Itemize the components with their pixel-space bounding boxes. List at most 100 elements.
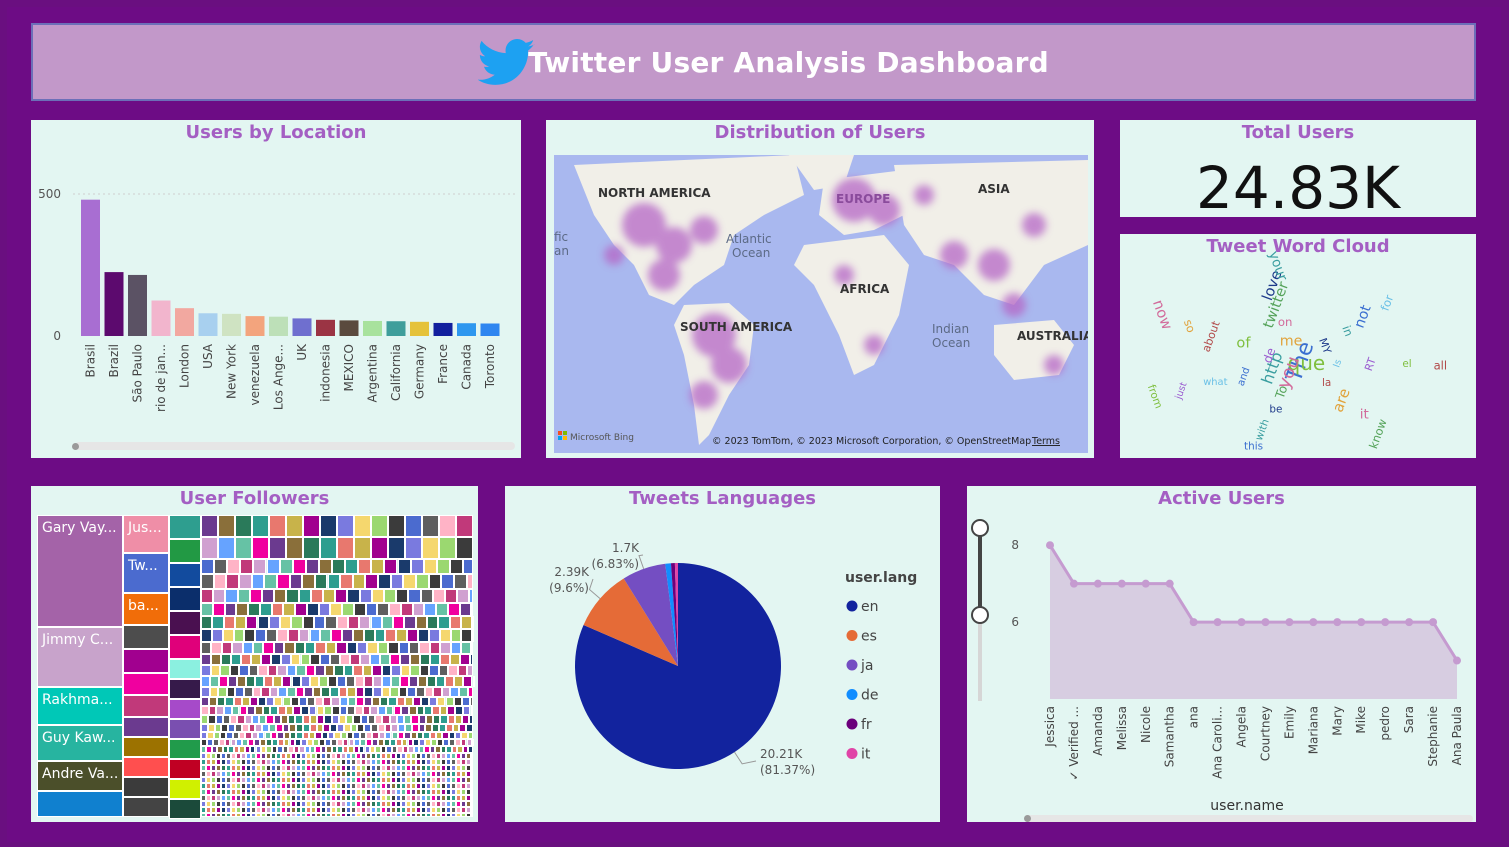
treemap-tile[interactable] [342, 629, 353, 642]
treemap-tile[interactable] [303, 537, 320, 559]
treemap-tile[interactable] [201, 641, 212, 654]
treemap-tile[interactable] [390, 686, 399, 697]
treemap-tile[interactable] [201, 602, 213, 616]
treemap-tile[interactable] [425, 723, 433, 732]
data-point[interactable] [1237, 618, 1246, 627]
treemap-tile[interactable]: ba... [123, 593, 169, 625]
treemap-tile[interactable] [382, 676, 392, 687]
treemap-tile[interactable] [211, 629, 223, 642]
treemap-tile[interactable] [331, 715, 339, 724]
treemap-tile[interactable] [275, 723, 283, 732]
treemap-tile[interactable] [390, 653, 400, 665]
bar-13[interactable] [386, 321, 406, 336]
treemap-tile[interactable] [254, 706, 263, 715]
treemap-tile[interactable] [445, 723, 453, 732]
treemap-tile[interactable] [280, 715, 288, 724]
data-point[interactable] [1117, 579, 1126, 588]
treemap-tile[interactable] [228, 723, 235, 732]
treemap-tile[interactable] [320, 653, 331, 665]
treemap-tile[interactable] [169, 719, 201, 739]
treemap-tile[interactable] [295, 715, 303, 724]
treemap-tile[interactable] [317, 715, 325, 724]
treemap-tile[interactable] [447, 602, 460, 616]
treemap-tile[interactable] [346, 641, 357, 654]
treemap-tile[interactable] [347, 706, 355, 715]
treemap-tile[interactable] [221, 641, 233, 654]
treemap-tile[interactable] [235, 686, 244, 697]
treemap-tile[interactable] [371, 723, 378, 732]
treemap-tile[interactable] [303, 515, 320, 537]
treemap-tile[interactable]: Tw... [123, 553, 169, 593]
treemap-tile[interactable] [405, 537, 422, 559]
treemap-tile[interactable] [338, 686, 348, 697]
treemap-tile[interactable] [350, 723, 358, 732]
treemap-tile[interactable] [318, 602, 331, 616]
treemap-tile[interactable] [169, 563, 201, 587]
bar-8[interactable] [269, 316, 288, 336]
data-point[interactable] [1141, 579, 1150, 588]
treemap-tile[interactable] [309, 676, 319, 687]
treemap-tile[interactable] [381, 686, 391, 697]
treemap-tile[interactable] [445, 676, 455, 687]
treemap-tile[interactable] [253, 559, 267, 574]
treemap-tile[interactable] [264, 574, 277, 589]
legend-marker-it[interactable] [846, 748, 858, 759]
treemap-tile[interactable] [436, 676, 446, 687]
treemap-tile[interactable] [337, 537, 354, 559]
treemap-tile[interactable] [249, 588, 262, 603]
treemap-tile[interactable] [371, 537, 388, 559]
treemap-tile[interactable] [401, 706, 409, 715]
treemap-tile[interactable] [201, 715, 209, 724]
treemap-tile[interactable] [415, 616, 427, 629]
treemap-tile[interactable] [461, 629, 473, 642]
treemap-tile[interactable] [231, 706, 240, 715]
treemap-tile[interactable] [247, 706, 255, 715]
treemap-tile[interactable] [207, 723, 215, 732]
treemap-tile[interactable] [334, 665, 344, 676]
treemap-tile[interactable] [400, 602, 413, 616]
data-point[interactable] [1046, 541, 1054, 550]
treemap-tile[interactable] [416, 574, 429, 589]
treemap-tile[interactable] [331, 696, 340, 706]
treemap-tile[interactable] [388, 641, 399, 654]
treemap-tile[interactable] [347, 686, 356, 697]
treemap-tile[interactable] [388, 696, 397, 706]
treemap-tile[interactable] [324, 665, 334, 676]
treemap-tile[interactable] [324, 715, 332, 724]
treemap-tile[interactable] [252, 537, 269, 559]
treemap-tile[interactable] [336, 676, 346, 687]
treemap-tile[interactable] [266, 629, 277, 642]
treemap-tile[interactable] [330, 686, 339, 697]
treemap-tile[interactable] [123, 695, 169, 717]
treemap-tile[interactable] [285, 706, 294, 715]
treemap-tile[interactable] [201, 653, 211, 665]
treemap-tile[interactable] [469, 715, 473, 724]
bar-4[interactable] [175, 308, 194, 336]
treemap-tile[interactable] [269, 686, 279, 697]
treemap-tile[interactable] [378, 706, 386, 715]
treemap-tile[interactable] [240, 559, 254, 574]
treemap-tile[interactable] [248, 665, 258, 676]
treemap-tile[interactable] [391, 676, 401, 687]
treemap-tile[interactable] [345, 676, 355, 687]
data-point[interactable] [1285, 618, 1294, 627]
treemap-tile[interactable] [409, 641, 420, 654]
treemap-tile[interactable] [218, 686, 227, 697]
treemap-tile[interactable] [353, 665, 363, 676]
treemap-tile[interactable] [270, 653, 281, 665]
treemap-tile[interactable] [201, 723, 208, 732]
treemap-tile[interactable] [354, 515, 371, 537]
treemap-tile[interactable] [246, 676, 256, 687]
treemap-tile[interactable] [439, 629, 451, 642]
treemap-tile[interactable] [312, 686, 322, 697]
treemap-tile[interactable] [201, 616, 213, 629]
treemap-tile[interactable] [289, 574, 303, 589]
treemap-tile[interactable] [235, 723, 242, 732]
treemap-tile[interactable] [447, 706, 456, 715]
treemap-tile[interactable] [467, 686, 473, 697]
treemap-tile[interactable] [355, 706, 363, 715]
legend-label-es[interactable]: es [861, 629, 877, 645]
treemap-tile[interactable] [215, 715, 223, 724]
treemap-tile[interactable] [271, 602, 284, 616]
treemap-tile[interactable] [362, 665, 372, 676]
